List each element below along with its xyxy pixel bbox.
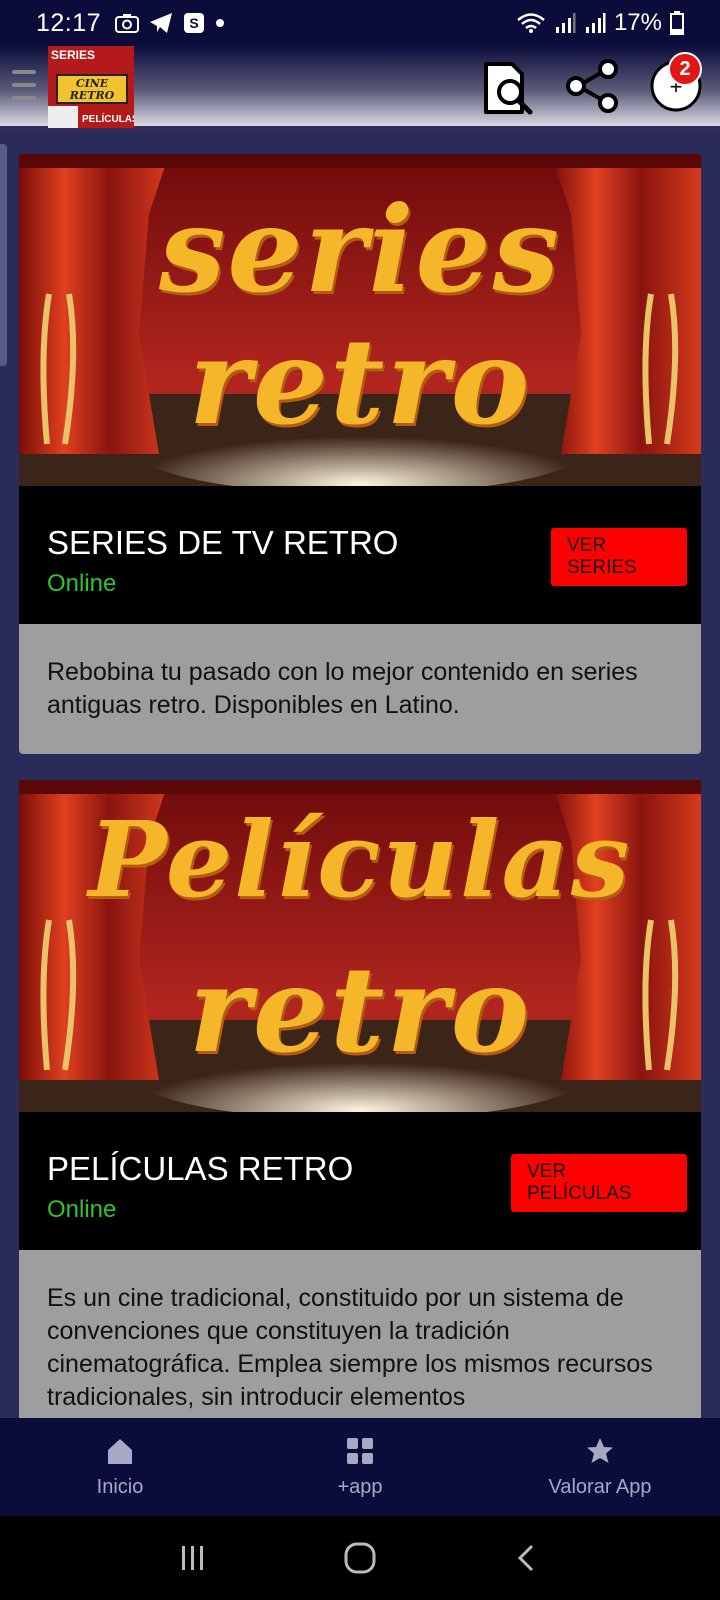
recent-apps-icon[interactable]	[178, 1543, 208, 1573]
series-banner-image: series retro	[19, 154, 701, 486]
content-area[interactable]: series retro SERIES DE TV RETRO Online V…	[0, 134, 720, 1418]
nav-valorar[interactable]: Valorar App	[480, 1418, 720, 1516]
logo-bottom-text: PELÍCULAS	[82, 114, 134, 125]
nav-app[interactable]: +app	[240, 1418, 480, 1516]
peliculas-banner-image: Películas retro	[19, 780, 701, 1112]
card-series: series retro SERIES DE TV RETRO Online V…	[19, 154, 701, 754]
svg-text:S: S	[189, 15, 198, 31]
s-app-icon: S	[184, 13, 205, 33]
banner-text-line1: series	[158, 180, 561, 319]
card-info-bar: SERIES DE TV RETRO Online VER SERIES	[19, 486, 701, 624]
telegram-icon	[150, 13, 173, 33]
notification-badge: 2	[668, 52, 702, 86]
card-status: Online	[47, 570, 117, 597]
battery-icon	[670, 11, 684, 35]
scroll-indicator	[0, 144, 7, 366]
system-navigation-bar	[0, 1516, 720, 1600]
bottom-navigation: Inicio +app Valorar App	[0, 1418, 720, 1516]
card-status: Online	[47, 1196, 117, 1223]
share-icon	[566, 59, 618, 113]
dot-icon	[216, 19, 225, 27]
battery-percent: 17%	[613, 9, 662, 36]
status-bar: 12:17 S 17%	[0, 0, 720, 46]
wifi-icon	[517, 13, 545, 33]
home-button-icon[interactable]	[343, 1541, 377, 1575]
search-doc-button[interactable]	[476, 56, 540, 120]
card-description: Es un cine tradicional, constituido por …	[19, 1250, 701, 1418]
card-title: PELÍCULAS RETRO	[47, 1150, 354, 1187]
signal-icon	[555, 13, 576, 33]
banner-text-line2: retro	[188, 940, 532, 1079]
card-title: SERIES DE TV RETRO	[47, 524, 399, 561]
apps-grid-icon	[347, 1437, 373, 1464]
logo-top-text: SERIES	[51, 48, 96, 62]
signal-icon-2	[585, 13, 606, 33]
system-status: 17%	[516, 9, 684, 37]
ver-series-button[interactable]: VER SERIES	[551, 528, 687, 586]
status-time: 12:17	[36, 8, 102, 37]
app-logo: SERIES CINE RETRO PELÍCULAS	[48, 46, 134, 128]
logo-mid-text: CINE RETRO	[56, 74, 128, 104]
camera-icon	[115, 14, 140, 33]
nav-inicio[interactable]: Inicio	[0, 1418, 240, 1516]
nav-label: +app	[337, 1475, 383, 1498]
banner-text-line2: retro	[188, 312, 532, 451]
nav-label: Inicio	[96, 1475, 144, 1498]
card-peliculas: Películas retro PELÍCULAS RETRO Online V…	[19, 780, 701, 1418]
app-bar: SERIES CINE RETRO PELÍCULAS + 2	[0, 46, 720, 130]
back-icon[interactable]	[512, 1543, 542, 1573]
card-info-bar: PELÍCULAS RETRO Online VER PELÍCULAS	[19, 1112, 701, 1250]
home-icon	[108, 1438, 132, 1464]
menu-icon[interactable]	[12, 70, 36, 104]
card-description: Rebobina tu pasado con lo mejor contenid…	[19, 624, 701, 754]
notification-icons: S	[115, 12, 225, 34]
nav-label: Valorar App	[548, 1475, 652, 1498]
share-button[interactable]	[562, 56, 626, 120]
star-icon	[587, 1437, 613, 1463]
ver-peliculas-button[interactable]: VER PELÍCULAS	[511, 1154, 687, 1212]
banner-text-line1: Películas	[88, 798, 632, 921]
search-document-icon	[484, 62, 533, 115]
